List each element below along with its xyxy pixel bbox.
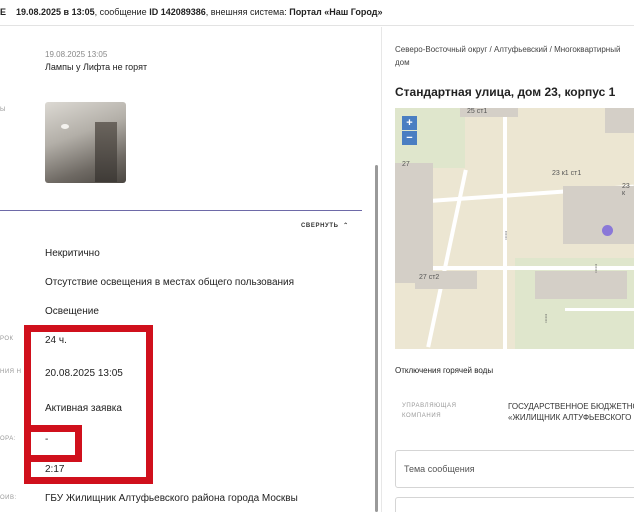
- map-road: [503, 108, 507, 349]
- external-prefix: , внешняя система:: [205, 7, 290, 17]
- breadcrumb[interactable]: Северо-Восточный округ / Алтуфьевский / …: [395, 43, 625, 69]
- address-panel: Северо-Восточный округ / Алтуфьевский / …: [382, 27, 634, 512]
- zoom-in-button[interactable]: +: [402, 116, 417, 130]
- map-label: 25 ст1: [467, 108, 488, 115]
- map-tree-icon: ⸽: [545, 314, 548, 323]
- collapse-label: СВЕРНУТЬ: [301, 223, 339, 229]
- photo-lamp: [61, 124, 69, 129]
- chevron-up-icon: ⌃: [340, 223, 349, 229]
- field-problem: Отсутствие освещения в местах общего пол…: [45, 277, 295, 288]
- management-label-line1: УПРАВЛЯЮЩАЯ: [402, 403, 457, 409]
- map-marker-icon[interactable]: [602, 225, 613, 236]
- map-zoom-control: + −: [402, 116, 417, 146]
- request-datetime: 19.08.2025 в 13:05: [16, 7, 95, 17]
- map-label: 27: [402, 161, 410, 168]
- map-label: 23 к1 ст1: [552, 170, 582, 177]
- map-building: [535, 271, 627, 299]
- message-textarea[interactable]: [395, 497, 634, 512]
- section-divider: [0, 210, 362, 211]
- message-time: 19.08.2025 13:05: [45, 50, 108, 59]
- management-value-line1: ГОСУДАРСТВЕННОЕ БЮДЖЕТНО: [508, 402, 634, 411]
- request-meta: 19.08.2025 в 13:05, сообщение ID 1420893…: [16, 7, 382, 17]
- management-label-line2: КОМПАНИЯ: [402, 413, 442, 419]
- zoom-out-button[interactable]: −: [402, 131, 417, 145]
- header-cut-label: Е: [0, 7, 7, 17]
- map-label: 23 к: [622, 183, 630, 197]
- management-value: ГОСУДАРСТВЕННОЕ БЮДЖЕТНО «ЖИЛИЩНИК АЛТУФ…: [508, 401, 634, 423]
- message-text: Лампы у Лифта не горят: [45, 62, 148, 72]
- message-prefix: , сообщение: [94, 7, 150, 17]
- field-deadline-label-cut: РОК: [0, 336, 14, 342]
- management-label: УПРАВЛЯЮЩАЯ КОМПАНИЯ: [402, 401, 457, 421]
- field-organization-label-cut: ОИВ:: [0, 495, 17, 501]
- map-tree-icon: ⸽: [505, 231, 508, 240]
- field-category: Освещение: [45, 306, 99, 317]
- map-road: [565, 308, 634, 311]
- map-building: [395, 163, 433, 283]
- hot-water-title: Отключения горячей воды: [395, 366, 494, 375]
- topic-input[interactable]: [395, 450, 634, 488]
- map-building: [605, 108, 634, 133]
- request-header: Е 19.08.2025 в 13:05, сообщение ID 14208…: [0, 0, 634, 26]
- message-photo[interactable]: [45, 102, 126, 183]
- collapse-button[interactable]: СВЕРНУТЬ ⌃: [301, 222, 349, 229]
- message-id: ID 142089386: [149, 7, 206, 17]
- management-value-line2: «ЖИЛИЩНИК АЛТУФЬЕВСКОГО: [508, 413, 632, 422]
- photo-door: [95, 122, 117, 182]
- left-scrollbar[interactable]: [375, 165, 378, 512]
- field-criticality: Некритично: [45, 248, 100, 259]
- highlight-box-inner: [24, 425, 82, 462]
- field-organization: ГБУ Жилищник Алтуфьевского района города…: [45, 493, 298, 504]
- map[interactable]: 25 ст1 27 23 к1 ст1 23 к 27 ст2 ⸽ ⸽ ⸽ + …: [395, 108, 634, 349]
- photo-label-cut: Ы: [0, 107, 6, 113]
- address-title: Стандартная улица, дом 23, корпус 1: [395, 85, 616, 99]
- field-executor-label-cut: ОРА:: [0, 436, 16, 442]
- map-tree-icon: ⸽: [595, 264, 598, 273]
- external-system: Портал «Наш Город»: [289, 7, 383, 17]
- map-label: 27 ст2: [419, 274, 440, 281]
- field-due-date-label-cut: НИЯ Н: [0, 369, 22, 375]
